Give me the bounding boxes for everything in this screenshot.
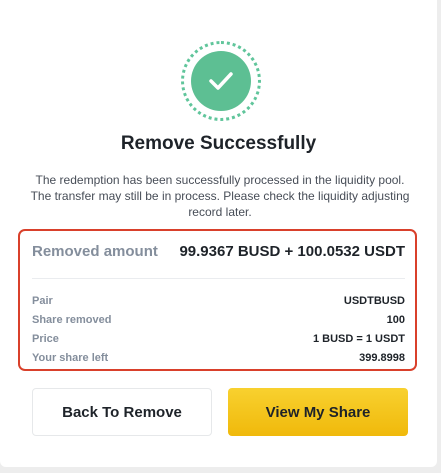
detail-row-pair: Pair USDTBUSD — [32, 293, 405, 309]
detail-row-share-removed: Share removed 100 — [32, 312, 405, 328]
removed-amount-row: Removed amount 99.9367 BUSD + 100.0532 U… — [32, 243, 405, 260]
price-label: Price — [32, 333, 59, 345]
removed-amount-label: Removed amount — [32, 243, 158, 260]
success-check-icon — [181, 41, 261, 121]
removed-amount-value: 99.9367 BUSD + 100.0532 USDT — [179, 243, 405, 260]
success-dialog: Remove Successfully The redemption has b… — [0, 0, 437, 467]
summary-divider — [32, 278, 405, 279]
success-check-circle — [191, 51, 251, 111]
share-left-label: Your share left — [32, 352, 109, 364]
share-left-value: 399.8998 — [359, 352, 405, 364]
view-my-share-button[interactable]: View My Share — [228, 388, 408, 436]
removal-summary-box: Removed amount 99.9367 BUSD + 100.0532 U… — [18, 229, 417, 371]
share-removed-value: 100 — [386, 314, 405, 326]
share-removed-label: Share removed — [32, 314, 112, 326]
detail-row-price: Price 1 BUSD = 1 USDT — [32, 331, 405, 347]
checkmark-icon — [209, 72, 233, 90]
dialog-message: The redemption has been successfully pro… — [30, 173, 410, 219]
pair-label: Pair — [32, 295, 53, 307]
pair-value: USDTBUSD — [343, 295, 405, 307]
back-to-remove-button[interactable]: Back To Remove — [32, 388, 212, 436]
detail-row-share-left: Your share left 399.8998 — [32, 350, 405, 366]
dialog-title: Remove Successfully — [120, 133, 317, 154]
price-value: 1 BUSD = 1 USDT — [313, 333, 405, 345]
